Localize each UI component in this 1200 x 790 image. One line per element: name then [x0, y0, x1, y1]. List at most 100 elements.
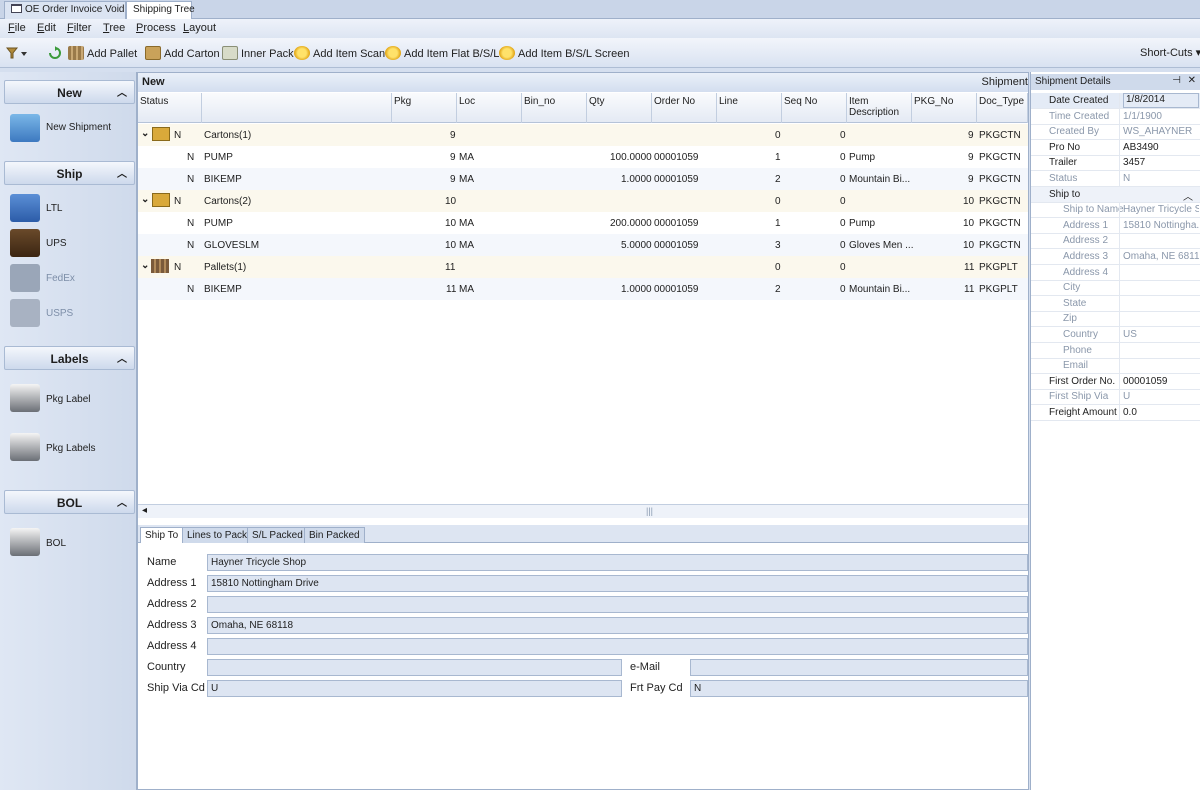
- property-value[interactable]: 15810 Nottingha...: [1123, 220, 1199, 231]
- country-field[interactable]: [207, 659, 622, 676]
- menu-process[interactable]: Process: [136, 22, 176, 34]
- table-row[interactable]: ⌄ N Cartons(1) 9 0 0 9 PKGCTN: [138, 124, 1028, 146]
- col-doc-type[interactable]: Doc_Type: [977, 93, 1028, 123]
- nav-group-labels[interactable]: Labels ︿: [4, 346, 135, 370]
- left-navigation: New ︿ New Shipment Ship ︿ LTL UPS FedEx US…: [0, 72, 137, 790]
- property-value[interactable]: AB3490: [1123, 142, 1199, 153]
- col-status[interactable]: Status: [138, 93, 202, 123]
- property-row[interactable]: First Order No. 00001059: [1031, 373, 1200, 390]
- chevron-down-icon[interactable]: ⌄: [141, 128, 149, 139]
- property-row[interactable]: Ship to NameHayner Tricycle S...: [1031, 202, 1200, 219]
- property-value[interactable]: 3457: [1123, 157, 1199, 168]
- menu-layout[interactable]: Layout: [183, 22, 216, 34]
- property-row[interactable]: Zip: [1031, 311, 1200, 328]
- property-key: Date Created: [1049, 95, 1109, 106]
- col-pkg-no[interactable]: PKG_No: [912, 93, 977, 123]
- shortcuts-dropdown[interactable]: Short-Cuts ▾: [1140, 46, 1200, 59]
- property-row[interactable]: State: [1031, 295, 1200, 312]
- horizontal-scrollbar[interactable]: ◂ |||: [138, 504, 1028, 518]
- property-value[interactable]: US: [1123, 329, 1199, 340]
- col-bin-no[interactable]: Bin_no: [522, 93, 587, 123]
- property-value[interactable]: U: [1123, 391, 1199, 402]
- property-row[interactable]: Status N: [1031, 171, 1200, 187]
- add-item-screen-button[interactable]: Add Item B/S/L Screen: [499, 46, 629, 60]
- nav-group-bol[interactable]: BOL ︿: [4, 490, 135, 514]
- property-value[interactable]: Hayner Tricycle S...: [1123, 204, 1199, 215]
- property-row[interactable]: Country US: [1031, 327, 1200, 343]
- menu-tree[interactable]: Tree: [103, 22, 125, 34]
- ship-via-field[interactable]: U: [207, 680, 622, 697]
- nav-group-new[interactable]: New ︿: [4, 80, 135, 104]
- property-row[interactable]: Address 1 15810 Nottingha...: [1031, 217, 1200, 234]
- property-row[interactable]: Email: [1031, 358, 1200, 375]
- property-row[interactable]: Trailer 3457: [1031, 155, 1200, 172]
- property-row[interactable]: Pro No AB3490: [1031, 139, 1200, 156]
- chevron-up-icon[interactable]: ︿: [1183, 188, 1193, 203]
- property-row[interactable]: Created By WS_AHAYNER: [1031, 124, 1200, 141]
- tab-sl-packed[interactable]: S/L Packed: [247, 527, 308, 543]
- property-divider: [1119, 358, 1120, 375]
- property-row[interactable]: Freight Amount 0.0: [1031, 405, 1200, 421]
- col-order-no[interactable]: Order No: [652, 93, 717, 123]
- tab-lines-to-pack[interactable]: Lines to Pack: [182, 527, 253, 543]
- address4-field[interactable]: [207, 638, 1028, 655]
- address1-field[interactable]: 15810 Nottingham Drive: [207, 575, 1028, 592]
- property-row[interactable]: Address 2: [1031, 233, 1200, 250]
- property-row[interactable]: City: [1031, 280, 1200, 297]
- filter-dropdown-button[interactable]: [5, 46, 28, 63]
- property-row[interactable]: Address 4: [1031, 264, 1200, 281]
- col-qty[interactable]: Qty: [587, 93, 652, 123]
- menu-filter[interactable]: Filter: [67, 22, 91, 34]
- name-field[interactable]: Hayner Tricycle Shop: [207, 554, 1028, 571]
- refresh-button[interactable]: [48, 46, 62, 63]
- add-carton-button[interactable]: Add Carton: [145, 46, 220, 60]
- col-seq-no[interactable]: Seq No: [782, 93, 847, 123]
- doc-tab-shipping-tree[interactable]: Shipping Tree: [126, 1, 195, 19]
- col-line[interactable]: Line: [717, 93, 782, 123]
- scroll-left-icon[interactable]: ◂: [142, 505, 147, 516]
- add-item-flat-button[interactable]: Add Item Flat B/S/L: [385, 46, 499, 60]
- table-row[interactable]: N BIKEMP 11 MA 1.0000 00001059 2 0 Mount…: [138, 278, 1028, 300]
- col-loc[interactable]: Loc: [457, 93, 522, 123]
- property-row[interactable]: First Ship Via U: [1031, 389, 1200, 406]
- property-value[interactable]: N: [1123, 173, 1199, 184]
- property-value[interactable]: 0.0: [1123, 407, 1199, 418]
- inner-pack-button[interactable]: Inner Pack: [222, 46, 294, 60]
- scroll-grip-icon[interactable]: |||: [646, 506, 653, 516]
- property-value[interactable]: Omaha, NE 6811...: [1123, 251, 1199, 262]
- address3-field[interactable]: Omaha, NE 68118: [207, 617, 1028, 634]
- property-value[interactable]: 1/1/1900: [1123, 111, 1199, 122]
- menu-edit[interactable]: Edit: [37, 22, 56, 34]
- frt-pay-field[interactable]: N: [690, 680, 1028, 697]
- add-item-scan-button[interactable]: Add Item Scan: [294, 46, 385, 60]
- menu-file[interactable]: File: [8, 22, 26, 34]
- chevron-down-icon[interactable]: ⌄: [141, 194, 149, 205]
- property-row[interactable]: Date Created 1/8/2014: [1031, 93, 1200, 109]
- col-item-description[interactable]: Item Description: [847, 93, 912, 123]
- tab-bin-packed[interactable]: Bin Packed: [304, 527, 365, 543]
- property-row[interactable]: Address 3 Omaha, NE 6811...: [1031, 249, 1200, 265]
- property-value[interactable]: 1/8/2014: [1123, 93, 1199, 108]
- property-value[interactable]: 00001059: [1123, 376, 1199, 387]
- table-row[interactable]: N BIKEMP 9 MA 1.0000 00001059 2 0 Mounta…: [138, 168, 1028, 190]
- col-pkg[interactable]: Pkg: [392, 93, 457, 123]
- email-field[interactable]: [690, 659, 1028, 676]
- close-icon[interactable]: ✕: [1188, 75, 1196, 86]
- add-pallet-button[interactable]: Add Pallet: [68, 46, 137, 60]
- table-row[interactable]: ⌄ N Pallets(1) 11 0 0 11 PKGPLT: [138, 256, 1028, 278]
- col-name[interactable]: [202, 93, 392, 123]
- table-row[interactable]: N GLOVESLM 10 MA 5.0000 00001059 3 0 Glo…: [138, 234, 1028, 256]
- doc-tab-oe-order-invoice-void[interactable]: OE Order Invoice Void: [4, 1, 126, 19]
- table-row[interactable]: N PUMP 10 MA 200.0000 00001059 1 0 Pump …: [138, 212, 1028, 234]
- nav-group-ship[interactable]: Ship ︿: [4, 161, 135, 185]
- property-row[interactable]: Ship to ︿: [1031, 186, 1200, 203]
- property-row[interactable]: Time Created 1/1/1900: [1031, 108, 1200, 125]
- property-row[interactable]: Phone: [1031, 342, 1200, 359]
- property-value[interactable]: WS_AHAYNER: [1123, 126, 1199, 137]
- pin-icon[interactable]: ⊣: [1172, 75, 1181, 86]
- chevron-down-icon[interactable]: ⌄: [141, 260, 149, 271]
- tab-ship-to[interactable]: Ship To: [140, 527, 184, 543]
- address2-field[interactable]: [207, 596, 1028, 613]
- table-row[interactable]: ⌄ N Cartons(2) 10 0 0 10 PKGCTN: [138, 190, 1028, 212]
- table-row[interactable]: N PUMP 9 MA 100.0000 00001059 1 0 Pump 9…: [138, 146, 1028, 168]
